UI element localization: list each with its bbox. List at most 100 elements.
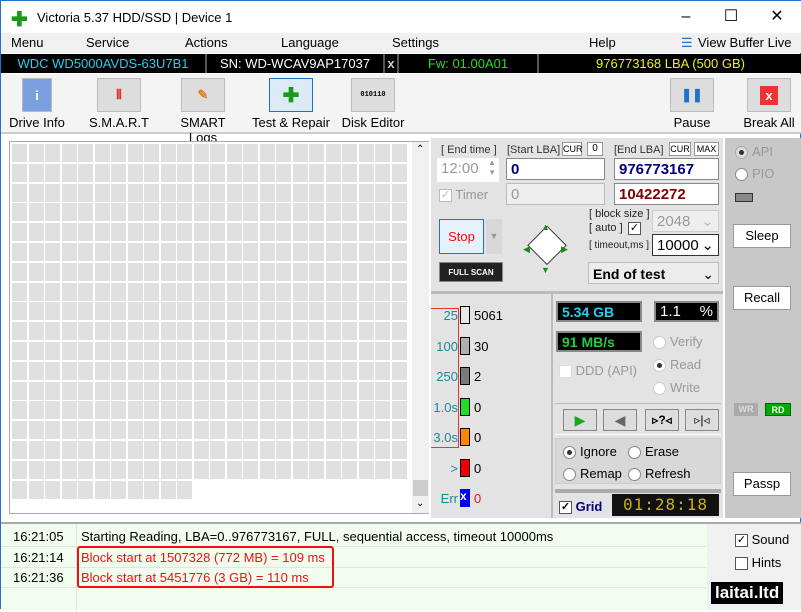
menu-service[interactable]: Service (86, 35, 129, 50)
arrow-right-icon[interactable]: ▶ (561, 244, 568, 255)
block-cell (292, 144, 308, 162)
write-radio[interactable]: Write (653, 380, 700, 396)
minimize-button[interactable]: – (666, 5, 706, 29)
block-cell (309, 421, 324, 440)
smart-button[interactable]: ⫴ S.M.A.R.T (87, 78, 151, 130)
random-button[interactable]: ▹?◃ (645, 409, 679, 431)
block-cell (12, 460, 27, 479)
disk-editor-button[interactable]: 010110 Disk Editor (341, 78, 405, 130)
block-cell (391, 183, 407, 202)
block-cell (358, 381, 374, 400)
block-cell (144, 183, 159, 202)
close-button[interactable]: ✕ (757, 5, 797, 29)
maximize-button[interactable]: ☐ (711, 5, 751, 29)
menu-actions[interactable]: Actions (185, 35, 228, 50)
pio-radio[interactable]: PIO (735, 166, 774, 182)
block-size-select[interactable]: 2048 ⌄ (652, 210, 719, 232)
refresh-radio[interactable]: Refresh (628, 466, 691, 482)
ddd-checkbox[interactable]: DDD (API) (559, 363, 637, 379)
erase-radio[interactable]: Erase (628, 444, 679, 460)
menu-help[interactable]: Help (589, 35, 616, 50)
end-action-select[interactable]: End of test ⌄ (588, 262, 719, 284)
menu-settings[interactable]: Settings (392, 35, 439, 50)
block-cell (61, 243, 77, 261)
pause-button[interactable]: ❚❚ Pause (669, 78, 715, 130)
block-cell (177, 144, 192, 162)
block-cell (127, 223, 143, 242)
block-cell (276, 262, 291, 281)
block-cell (309, 144, 324, 162)
stop-button[interactable]: Stop (439, 219, 484, 254)
timer-input[interactable]: 0 (506, 183, 605, 205)
timer-checkbox[interactable]: ✓ Timer (439, 187, 488, 203)
block-cell (111, 144, 126, 162)
block-cell (259, 223, 275, 242)
smart-logs-button[interactable]: ✎ SMART Logs (165, 78, 241, 145)
block-cell (94, 262, 110, 281)
block-cell (28, 401, 44, 420)
verify-radio[interactable]: Verify (653, 334, 703, 350)
butterfly-button[interactable]: ▹|◃ (685, 409, 719, 431)
api-radio[interactable]: API (735, 144, 773, 160)
drive-info-button[interactable]: i Drive Info (7, 78, 67, 130)
block-cell (276, 322, 291, 341)
block-cell (160, 282, 176, 301)
drive-serial: SN: WD-WCAV9AP17037 (207, 54, 385, 73)
read-radio[interactable]: Read (653, 357, 701, 373)
break-all-button[interactable]: x Break All (741, 78, 797, 130)
max-button[interactable]: MAX (694, 142, 719, 156)
recall-button[interactable]: Recall (733, 286, 791, 310)
arrow-down-icon[interactable]: ▼ (541, 265, 550, 275)
ignore-radio[interactable]: Ignore (563, 444, 617, 460)
remap-radio[interactable]: Remap (563, 466, 622, 482)
block-cell (45, 243, 60, 261)
start-zero-button[interactable]: 0 (587, 142, 603, 156)
block-cell (177, 183, 192, 202)
block-cell (61, 441, 77, 459)
arrow-left-icon[interactable]: ◀ (523, 244, 530, 255)
sound-checkbox[interactable]: ✓ Sound (735, 532, 789, 548)
auto-checkbox[interactable]: ✓ (628, 222, 641, 235)
end-lba-input[interactable]: 976773167 (614, 158, 719, 180)
close-drive-button[interactable]: x (385, 54, 399, 73)
legend-label: 1.0s (433, 399, 458, 415)
map-scrollbar[interactable]: ⌃ ⌄ (412, 142, 429, 513)
end-cur-button[interactable]: CUR (669, 142, 691, 156)
play-forward-button[interactable]: ▶ (563, 409, 597, 431)
sleep-button[interactable]: Sleep (733, 224, 791, 248)
block-cell (292, 441, 308, 459)
hints-checkbox[interactable]: Hints (735, 555, 781, 571)
timeout-select[interactable]: 10000 ⌄ (652, 234, 719, 256)
scroll-thumb[interactable] (413, 480, 428, 496)
menu-menu[interactable]: Menu (11, 35, 44, 50)
block-cell (375, 441, 390, 459)
grid-checkbox[interactable]: ✓ Grid (559, 499, 602, 515)
block-cell (78, 322, 93, 341)
block-cell (28, 203, 44, 222)
block-cell (325, 223, 341, 242)
passp-button[interactable]: Passp (733, 472, 791, 496)
block-cell (210, 243, 225, 261)
log-message: Starting Reading, LBA=0..976773167, FULL… (81, 529, 554, 544)
spinner-icon[interactable]: ▲ ▼ (488, 158, 496, 178)
start-lba-input[interactable]: 0 (506, 158, 605, 180)
scroll-down-icon[interactable]: ⌄ (416, 498, 424, 509)
block-cell (375, 361, 390, 380)
block-cell (177, 421, 192, 440)
start-cur-button[interactable]: CUR (562, 142, 583, 156)
test-repair-button[interactable]: ✚ Test & Repair (251, 78, 331, 130)
block-cell (358, 223, 374, 242)
block-cell (61, 183, 77, 202)
stop-dropdown-icon[interactable]: ▼ (486, 219, 502, 254)
block-cell (309, 302, 324, 321)
block-cell (259, 421, 275, 440)
play-backward-button[interactable]: ◀ (603, 409, 637, 431)
view-buffer-live[interactable]: View Buffer Live (698, 35, 791, 50)
menu-language[interactable]: Language (281, 35, 339, 50)
block-cell (160, 163, 176, 182)
full-scan-button[interactable]: FULL SCAN (439, 262, 503, 282)
scroll-up-icon[interactable]: ⌃ (416, 144, 424, 155)
end-time-field[interactable]: 12:00 ▲ ▼ (437, 158, 499, 182)
block-cell (309, 163, 324, 182)
block-cell (391, 421, 407, 440)
